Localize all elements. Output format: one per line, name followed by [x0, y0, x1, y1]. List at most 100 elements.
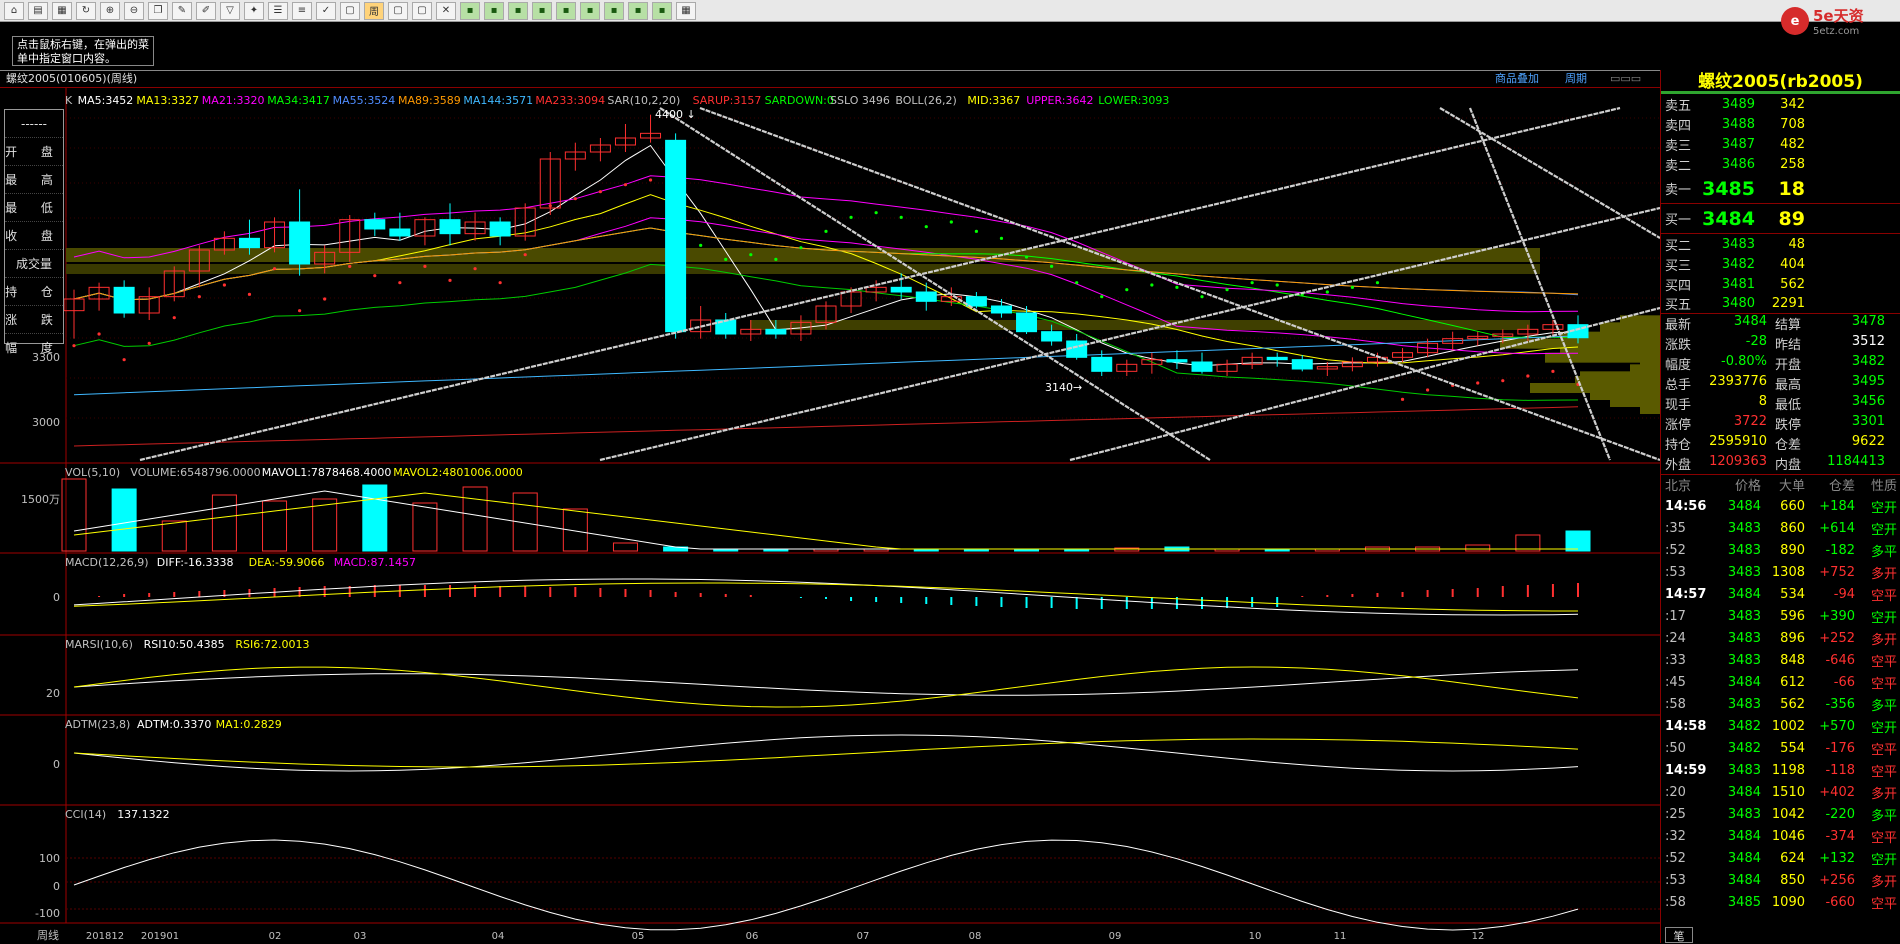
- ohlc-close-label: 收 盘: [5, 222, 63, 250]
- zoom-in-icon[interactable]: ⊕: [100, 1, 120, 20]
- list-icon[interactable]: ≡: [292, 1, 312, 20]
- adtm-legend-item: ADTM:0.3370: [137, 718, 211, 731]
- tick-type: 空开: [1870, 852, 1897, 868]
- macd-legend-item: DEA:-59.9066: [249, 556, 325, 569]
- x-axis-label: 12: [1472, 931, 1485, 942]
- overlay-link[interactable]: 商品叠加: [1495, 71, 1539, 87]
- sar-dot: [724, 257, 728, 261]
- cci-y-tick-0: 0: [53, 880, 60, 893]
- tick-volume: 1046: [1771, 828, 1805, 844]
- season-icon[interactable]: ▢: [412, 1, 432, 20]
- cross-icon[interactable]: ✕: [436, 1, 456, 20]
- folder-icon[interactable]: ▤: [28, 1, 48, 20]
- volume-bar: [111, 488, 137, 552]
- tick-time: :17: [1665, 608, 1686, 624]
- tick-price: 3484: [1727, 674, 1761, 690]
- book-price: 3488: [1721, 116, 1755, 132]
- period-15-icon[interactable]: ▪: [532, 1, 552, 20]
- book-label: 买二: [1665, 238, 1692, 254]
- sar-dot: [197, 295, 201, 299]
- period-4h-icon[interactable]: ▪: [628, 1, 648, 20]
- mavol1-line: [73, 490, 1578, 550]
- day-icon[interactable]: ▢: [340, 1, 360, 20]
- tick-volume: 562: [1780, 696, 1805, 712]
- stat-value: 3478: [1851, 314, 1885, 329]
- calc-icon[interactable]: ▦: [676, 1, 696, 20]
- sar-dot: [1225, 288, 1229, 292]
- pen-icon[interactable]: ✎: [172, 1, 192, 20]
- tick-price: 3484: [1727, 784, 1761, 800]
- tick-volume: 1510: [1771, 784, 1805, 800]
- bid-row: 买四 3481 562: [1661, 274, 1900, 294]
- period-link[interactable]: 周期: [1565, 71, 1587, 87]
- tick-price: 3484: [1727, 850, 1761, 866]
- trend-lines[interactable]: [139, 106, 1660, 462]
- main-legend-item: BOLL(26,2): [895, 94, 956, 107]
- sar-dot: [1200, 295, 1204, 299]
- period-1-icon[interactable]: ▪: [460, 1, 480, 20]
- candle-body: [113, 286, 135, 314]
- ohlc-open-label: 开 盘: [5, 138, 63, 166]
- tick-type: 多平: [1870, 808, 1897, 824]
- volume-bar: [161, 520, 187, 552]
- tick-oi: +256: [1819, 872, 1855, 888]
- period-2h-icon[interactable]: ▪: [604, 1, 624, 20]
- cci-legend-item: 137.1322: [117, 808, 170, 821]
- ask1-row: 卖一 3485 18: [1661, 174, 1900, 204]
- week-tab[interactable]: 周: [364, 1, 384, 20]
- stat-row: 外盘 1209363 内盘 1184413: [1661, 454, 1900, 474]
- new-icon[interactable]: ✦: [244, 1, 264, 20]
- trend-line: [139, 106, 1621, 462]
- window-icon[interactable]: ❐: [148, 1, 168, 20]
- ohlc-change-label: 涨 跌: [5, 306, 63, 334]
- candle-body: [1041, 331, 1063, 342]
- low-annotation: 3140→: [1045, 381, 1082, 394]
- home-icon[interactable]: ⌂: [4, 1, 24, 20]
- tick-time: :58: [1665, 696, 1686, 712]
- chart-area[interactable]: 4400 ↓3140→K MA5:3452 MA13:3327 MA21:3320 MA…: [0, 88, 1660, 943]
- sar-dot: [849, 215, 853, 219]
- book-price: 3489: [1721, 96, 1755, 112]
- book-volume: 258: [1780, 156, 1805, 172]
- table-icon[interactable]: ☰: [268, 1, 288, 20]
- brush-icon[interactable]: ✐: [196, 1, 216, 20]
- tick-time: 14:59: [1665, 762, 1707, 778]
- macd-legend-item: MACD(12,26,9): [65, 556, 149, 569]
- quote-panel: 螺纹2005(rb2005) 卖五 3489 342 卖四 3488 708 卖三 3487 4…: [1660, 70, 1900, 943]
- month-icon[interactable]: ▢: [388, 1, 408, 20]
- sar-dot: [423, 264, 427, 268]
- period-60-icon[interactable]: ▪: [580, 1, 600, 20]
- stat-value: 3482: [1851, 354, 1885, 369]
- filter-icon[interactable]: ▽: [220, 1, 240, 20]
- candle-body: [489, 221, 511, 237]
- tick-volume: 1308: [1771, 564, 1805, 580]
- brand-name: 5e天资: [1813, 7, 1864, 25]
- bottom-tab[interactable]: 笔: [1665, 927, 1693, 943]
- rsi10-line: [73, 669, 1579, 696]
- period-30-icon[interactable]: ▪: [556, 1, 576, 20]
- book-price: 3483: [1721, 236, 1755, 252]
- main-legend-item: MA233:3094: [535, 94, 605, 107]
- book-volume: 48: [1788, 236, 1805, 252]
- tick-price: 3483: [1727, 806, 1761, 822]
- sar-dot: [1125, 288, 1129, 292]
- window-controls-icon[interactable]: ▭▭▭: [1610, 71, 1641, 87]
- tick-price: 3484: [1727, 872, 1761, 888]
- period-3-icon[interactable]: ▪: [484, 1, 504, 20]
- tick-volume: 896: [1780, 630, 1805, 646]
- news-icon[interactable]: ▦: [52, 1, 72, 20]
- main-legend-item: MA55:3524: [333, 94, 396, 107]
- sar-dot: [1050, 264, 1054, 268]
- brand-url: 5etz.com: [1813, 26, 1860, 37]
- sar-dot: [749, 253, 753, 257]
- tick-icon[interactable]: ✓: [316, 1, 336, 20]
- zoom-out-icon[interactable]: ⊖: [124, 1, 144, 20]
- refresh-icon[interactable]: ↻: [76, 1, 96, 20]
- period-5-icon[interactable]: ▪: [508, 1, 528, 20]
- book-volume: 18: [1778, 177, 1805, 200]
- period-y-icon[interactable]: ▪: [652, 1, 672, 20]
- sar-dot: [222, 283, 226, 287]
- candle-body: [1291, 359, 1313, 370]
- tick-oi: +614: [1819, 520, 1855, 536]
- stat-value: 1209363: [1709, 454, 1767, 469]
